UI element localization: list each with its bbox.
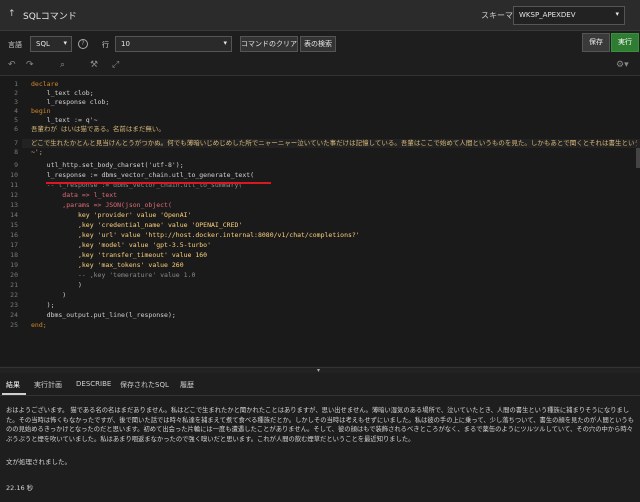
line-number: 23 [10, 301, 18, 309]
code-line: 吾輩わが はいは猫である。名前はまだ無い。 [31, 125, 165, 133]
annotation-underline [46, 182, 271, 184]
code-line: declare [31, 80, 59, 88]
code-line: ,key 'url' value 'http://host.docker.int… [31, 231, 360, 239]
clear-command-button[interactable]: コマンドのクリア [240, 36, 298, 52]
code-line: begin [31, 107, 51, 115]
schema-label: スキーマ [481, 11, 513, 20]
tab-explain-plan[interactable]: 実行計画 [34, 380, 62, 390]
active-tab-indicator [2, 393, 26, 395]
line-number: 2 [14, 89, 18, 97]
up-arrow-icon[interactable]: ↑ [8, 9, 16, 19]
line-number: 4 [14, 107, 18, 115]
result-tabs: 結果 実行計画 DESCRIBE 保存されたSQL 履歴 [0, 373, 640, 396]
command-toolbar: 言語 SQL ▾ ? 行 10 ▾ コマンドのクリア 表の検索 [0, 31, 640, 55]
line-number: 16 [10, 231, 18, 239]
line-number: 19 [10, 261, 18, 269]
line-number: 15 [10, 221, 18, 229]
save-button[interactable]: 保存 [582, 33, 610, 52]
line-number: 6 [14, 125, 18, 133]
tab-saved-sql[interactable]: 保存されたSQL [120, 380, 169, 390]
code-line: utl_http.set_body_charset('utf-8'); [31, 161, 184, 169]
rows-value: 10 [121, 40, 130, 48]
line-number: 3 [14, 98, 18, 106]
line-number: 11 [10, 181, 18, 189]
code-line: key 'provider' value 'OpenAI' [31, 211, 192, 219]
code-line: data => l_text [31, 191, 118, 199]
schema-value: WKSP_APEXDEV [519, 11, 576, 19]
line-number: 10 [10, 171, 18, 179]
undo-icon[interactable]: ↶ [8, 60, 16, 70]
line-number: 24 [10, 311, 18, 319]
result-output: おはようございます。 猫である名の名はまだありません。私はどこで生まれたかと聞か… [6, 407, 634, 443]
redo-icon[interactable]: ↷ [26, 60, 34, 70]
chevron-down-icon: ▾ [63, 39, 67, 47]
line-number: 9 [14, 161, 18, 169]
line-number: 8 [14, 148, 18, 156]
code-line: ,params => JSON(json_object( [31, 201, 172, 209]
chevron-down-icon: ▾ [223, 39, 227, 47]
code-line: l_response clob; [31, 98, 110, 106]
run-button[interactable]: 実行 [611, 33, 639, 52]
line-number: 22 [10, 291, 18, 299]
line-number: 1 [14, 80, 18, 88]
result-message: 文が処理されました。 [6, 458, 71, 466]
top-bar: ↑ SQLコマンド スキーマ WKSP_APEXDEV ▾ [0, 0, 640, 31]
search-icon[interactable]: ⌕ [60, 60, 65, 70]
code-line: ); [31, 301, 55, 309]
language-label: 言語 [8, 41, 22, 49]
line-number: 20 [10, 271, 18, 279]
line-number: 12 [10, 191, 18, 199]
language-value: SQL [36, 40, 50, 48]
code-line: ) [31, 281, 82, 289]
code-area[interactable]: declare l_text clob; l_response clob; be… [31, 76, 637, 366]
code-line: dbms_output.put_line(l_response); [31, 311, 176, 319]
expand-icon[interactable]: ⤢ [112, 60, 119, 70]
line-number: 17 [10, 241, 18, 249]
tab-results[interactable]: 結果 [6, 380, 20, 390]
code-line: l_text clob; [31, 89, 94, 97]
chevron-down-icon: ▾ [615, 10, 619, 18]
code-line: -- ,key 'temerature' value 1.0 [31, 271, 196, 279]
code-line: ~'; [31, 148, 43, 156]
line-number: 14 [10, 211, 18, 219]
line-number: 7 [14, 139, 18, 147]
code-line: ,key 'max_tokens' value 260 [31, 261, 184, 269]
tab-history[interactable]: 履歴 [180, 380, 194, 390]
schema-select[interactable]: WKSP_APEXDEV ▾ [513, 6, 625, 25]
gear-icon[interactable]: ⚙▾ [616, 60, 629, 70]
elapsed-time: 22.16 秒 [6, 484, 34, 492]
page-title: SQLコマンド [23, 12, 77, 22]
line-number: 25 [10, 321, 18, 329]
code-line: ,key 'credential_name' value 'OPENAI_CRE… [31, 221, 243, 229]
language-select[interactable]: SQL ▾ [30, 36, 72, 52]
tab-describe[interactable]: DESCRIBE [76, 380, 111, 388]
line-number: 21 [10, 281, 18, 289]
editor-toolbar: ↶ ↷ ⌕ ⚒ ⤢ ⚙▾ [0, 56, 640, 76]
rows-label: 行 [102, 41, 109, 49]
line-number-gutter: 1 2 3 4 5 6 7 8 9 10 11 12 13 14 15 16 1… [0, 76, 22, 366]
code-line: ) [31, 291, 67, 299]
code-line: l_response := dbms_vector_chain.utl_to_g… [31, 171, 255, 179]
line-number: 13 [10, 201, 18, 209]
rows-select[interactable]: 10 ▾ [115, 36, 232, 52]
code-line: ,key 'transfer_timeout' value 160 [31, 251, 208, 259]
code-line: ,key 'model' value 'gpt-3.5-turbo' [31, 241, 212, 249]
wrench-icon[interactable]: ⚒ [90, 60, 98, 70]
line-number: 5 [14, 116, 18, 124]
code-editor[interactable]: 1 2 3 4 5 6 7 8 9 10 11 12 13 14 15 16 1… [0, 76, 640, 366]
find-table-button[interactable]: 表の検索 [300, 36, 336, 52]
editor-scrollbar[interactable] [636, 148, 640, 168]
help-icon[interactable]: ? [78, 39, 88, 49]
code-line: どこで生れたかとんと見当けんとうがつかぬ。何でも薄暗いじめじめした所でニャーニャ… [31, 139, 637, 147]
code-line: end; [31, 321, 47, 329]
line-number: 18 [10, 251, 18, 259]
code-line: l_text := q'~ [31, 116, 98, 124]
